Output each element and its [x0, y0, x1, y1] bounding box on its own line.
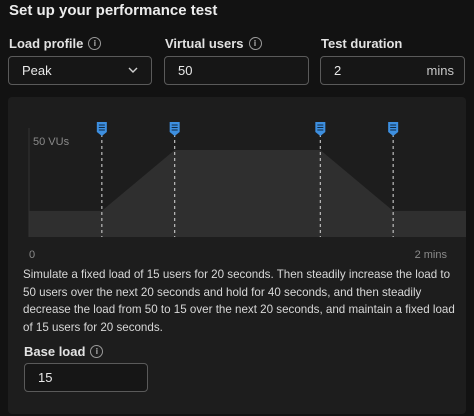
y-tick-label: 50 VUs: [33, 136, 70, 148]
base-load-label-group: Base load i: [24, 344, 104, 359]
marker-icon[interactable]: [388, 122, 399, 136]
base-load-input[interactable]: 15: [24, 363, 148, 392]
marker-icon[interactable]: [96, 122, 107, 136]
x-tick-label: 2 mins: [415, 249, 448, 261]
marker-icon[interactable]: [315, 122, 326, 136]
load-profile-description: Simulate a fixed load of 15 users for 20…: [23, 268, 455, 334]
base-load-value: 15: [38, 370, 53, 385]
base-load-label: Base load: [24, 344, 86, 359]
info-icon[interactable]: i: [90, 345, 104, 358]
x-tick-label: 0: [29, 249, 35, 261]
load-area: [29, 150, 466, 237]
marker-icon[interactable]: [169, 122, 180, 136]
performance-test-setup: Set up your performance test Load profil…: [0, 0, 474, 416]
